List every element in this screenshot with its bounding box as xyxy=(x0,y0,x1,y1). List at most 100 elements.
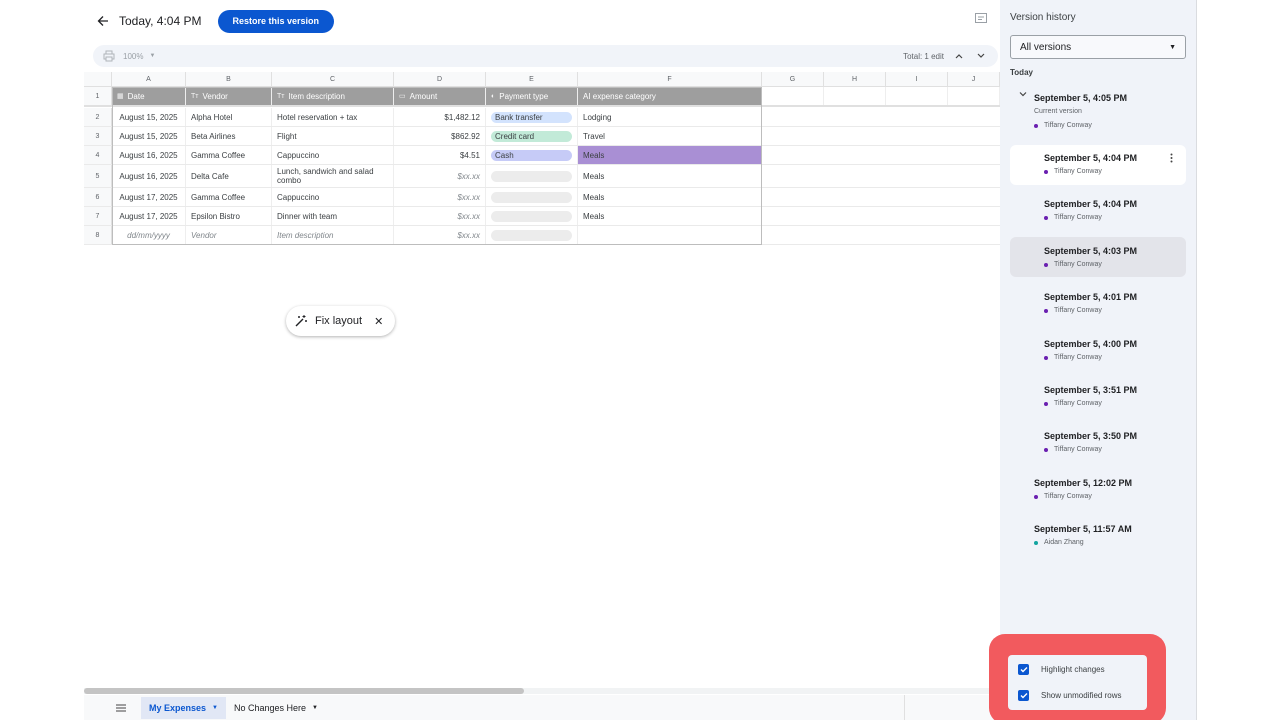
all-sheets-button[interactable] xyxy=(111,698,131,718)
column-header[interactable]: D xyxy=(394,72,486,87)
version-item[interactable]: September 5, 3:50 PM Tiffany Conway xyxy=(1010,423,1186,463)
zoom-caret-icon[interactable]: ▼ xyxy=(149,53,155,59)
cell-item[interactable]: Cappuccino xyxy=(272,188,394,206)
version-item[interactable]: September 5, 11:57 AM Aidan Zhang xyxy=(1010,516,1186,556)
empty-cell[interactable] xyxy=(762,87,824,105)
cell-amount[interactable]: $xx.xx xyxy=(394,207,486,225)
cell-date[interactable]: August 16, 2025 xyxy=(112,165,186,187)
column-header[interactable]: E xyxy=(486,72,578,87)
payment-chip-empty[interactable] xyxy=(491,229,572,241)
cell-category[interactable]: Lodging xyxy=(578,108,762,126)
cell-vendor[interactable]: Alpha Hotel xyxy=(186,108,272,126)
sheet-tab-my-expenses[interactable]: My Expenses ▼ xyxy=(141,696,226,719)
scrollbar-thumb[interactable] xyxy=(84,688,524,694)
cell-item[interactable]: Cappuccino xyxy=(272,146,394,164)
column-header[interactable]: J xyxy=(948,72,1000,87)
cell-payment[interactable] xyxy=(486,165,578,187)
row-number[interactable]: 1 xyxy=(84,87,112,105)
cell-vendor[interactable]: Vendor xyxy=(186,226,272,244)
row-number[interactable]: 8 xyxy=(84,226,112,244)
cell-payment[interactable]: Cash xyxy=(486,146,578,164)
payment-chip[interactable]: Bank transfer xyxy=(491,111,572,123)
payment-chip-empty[interactable] xyxy=(491,170,572,182)
cell-item[interactable]: Lunch, sandwich and salad combo xyxy=(272,165,394,187)
cell-amount[interactable]: $862.92 xyxy=(394,127,486,145)
cell-amount[interactable]: $4.51 xyxy=(394,146,486,164)
cell-category[interactable]: Meals xyxy=(578,207,762,225)
cell-date[interactable]: August 16, 2025 xyxy=(112,146,186,164)
cell-payment[interactable] xyxy=(486,188,578,206)
cell-date[interactable]: August 17, 2025 xyxy=(112,188,186,206)
payment-chip-empty[interactable] xyxy=(491,191,572,203)
show-unmodified-rows-checkbox-row[interactable]: Show unmodified rows xyxy=(1018,690,1121,701)
highlight-changes-checkbox[interactable] xyxy=(1018,664,1029,675)
fix-layout-chip[interactable]: Fix layout ✕ xyxy=(286,306,395,336)
empty-cell[interactable] xyxy=(886,87,948,105)
show-unmodified-rows-checkbox[interactable] xyxy=(1018,690,1029,701)
back-button[interactable] xyxy=(86,4,120,38)
cell-item[interactable]: Flight xyxy=(272,127,394,145)
version-item-hovered[interactable]: September 5, 4:03 PM Tiffany Conway xyxy=(1010,237,1186,277)
column-header[interactable]: H xyxy=(824,72,886,87)
version-item[interactable]: September 5, 4:04 PM Tiffany Conway xyxy=(1010,191,1186,231)
cell-payment[interactable] xyxy=(486,207,578,225)
column-header[interactable]: B xyxy=(186,72,272,87)
version-item-selected[interactable]: September 5, 4:04 PM Tiffany Conway xyxy=(1010,145,1186,185)
version-filter-dropdown[interactable]: All versions ▼ xyxy=(1010,35,1186,59)
select-all-corner[interactable] xyxy=(84,72,112,87)
cell-date[interactable]: August 15, 2025 xyxy=(112,127,186,145)
fix-layout-label[interactable]: Fix layout xyxy=(315,315,362,327)
comment-icon[interactable] xyxy=(974,12,988,26)
cell-amount[interactable]: $1,482.12 xyxy=(394,108,486,126)
cell-amount[interactable]: $xx.xx xyxy=(394,165,486,187)
sheet-tab-no-changes[interactable]: No Changes Here ▼ xyxy=(226,697,326,719)
empty-cell[interactable] xyxy=(824,87,886,105)
zoom-level[interactable]: 100% xyxy=(123,52,143,61)
cell-category[interactable]: Meals xyxy=(578,165,762,187)
horizontal-scrollbar[interactable] xyxy=(84,688,1000,694)
cell-date[interactable]: August 17, 2025 xyxy=(112,207,186,225)
restore-version-button[interactable]: Restore this version xyxy=(217,9,335,33)
cell-category[interactable] xyxy=(578,226,762,244)
cell-date[interactable]: August 15, 2025 xyxy=(112,108,186,126)
cell-payment[interactable]: Bank transfer xyxy=(486,108,578,126)
column-header[interactable]: G xyxy=(762,72,824,87)
show-unmodified-rows-label[interactable]: Show unmodified rows xyxy=(1041,691,1121,700)
row-number[interactable]: 2 xyxy=(84,108,112,126)
cell-category-changed[interactable]: Meals xyxy=(578,146,762,164)
cell-item[interactable]: Hotel reservation + tax xyxy=(272,108,394,126)
version-item[interactable]: September 5, 4:00 PM Tiffany Conway xyxy=(1010,330,1186,370)
version-item-current[interactable]: September 5, 4:05 PM Current version Tif… xyxy=(1010,84,1186,140)
row-number[interactable]: 3 xyxy=(84,127,112,145)
next-edit-button[interactable] xyxy=(974,49,988,63)
cell-vendor[interactable]: Gamma Coffee xyxy=(186,188,272,206)
header-vendor[interactable]: Tт Vendor xyxy=(186,87,272,105)
column-header[interactable]: I xyxy=(886,72,948,87)
cell-vendor[interactable]: Delta Cafe xyxy=(186,165,272,187)
previous-edit-button[interactable] xyxy=(952,49,966,63)
column-header[interactable]: F xyxy=(578,72,762,87)
version-item[interactable]: September 5, 4:01 PM Tiffany Conway xyxy=(1010,284,1186,324)
more-options-button[interactable] xyxy=(1166,151,1176,165)
cell-category[interactable]: Travel xyxy=(578,127,762,145)
version-item[interactable]: September 5, 12:02 PM Tiffany Conway xyxy=(1010,470,1186,510)
close-icon[interactable]: ✕ xyxy=(374,315,383,328)
cell-vendor[interactable]: Gamma Coffee xyxy=(186,146,272,164)
header-category[interactable]: AI expense category xyxy=(578,87,762,105)
header-item[interactable]: Tт Item description xyxy=(272,87,394,105)
highlight-changes-checkbox-row[interactable]: Highlight changes xyxy=(1018,664,1105,675)
cell-category[interactable]: Meals xyxy=(578,188,762,206)
row-number[interactable]: 7 xyxy=(84,207,112,225)
header-payment[interactable]: ◐ Payment type xyxy=(486,87,578,105)
highlight-changes-label[interactable]: Highlight changes xyxy=(1041,665,1105,674)
cell-vendor[interactable]: Beta Airlines xyxy=(186,127,272,145)
column-header[interactable]: A xyxy=(112,72,186,87)
header-date[interactable]: ▦ Date xyxy=(112,87,186,105)
cell-vendor[interactable]: Epsilon Bistro xyxy=(186,207,272,225)
version-item[interactable]: September 5, 3:51 PM Tiffany Conway xyxy=(1010,377,1186,417)
cell-payment[interactable] xyxy=(486,226,578,244)
row-number[interactable]: 5 xyxy=(84,165,112,187)
print-icon[interactable] xyxy=(103,50,115,62)
cell-item[interactable]: Dinner with team xyxy=(272,207,394,225)
cell-amount[interactable]: $xx.xx xyxy=(394,226,486,244)
